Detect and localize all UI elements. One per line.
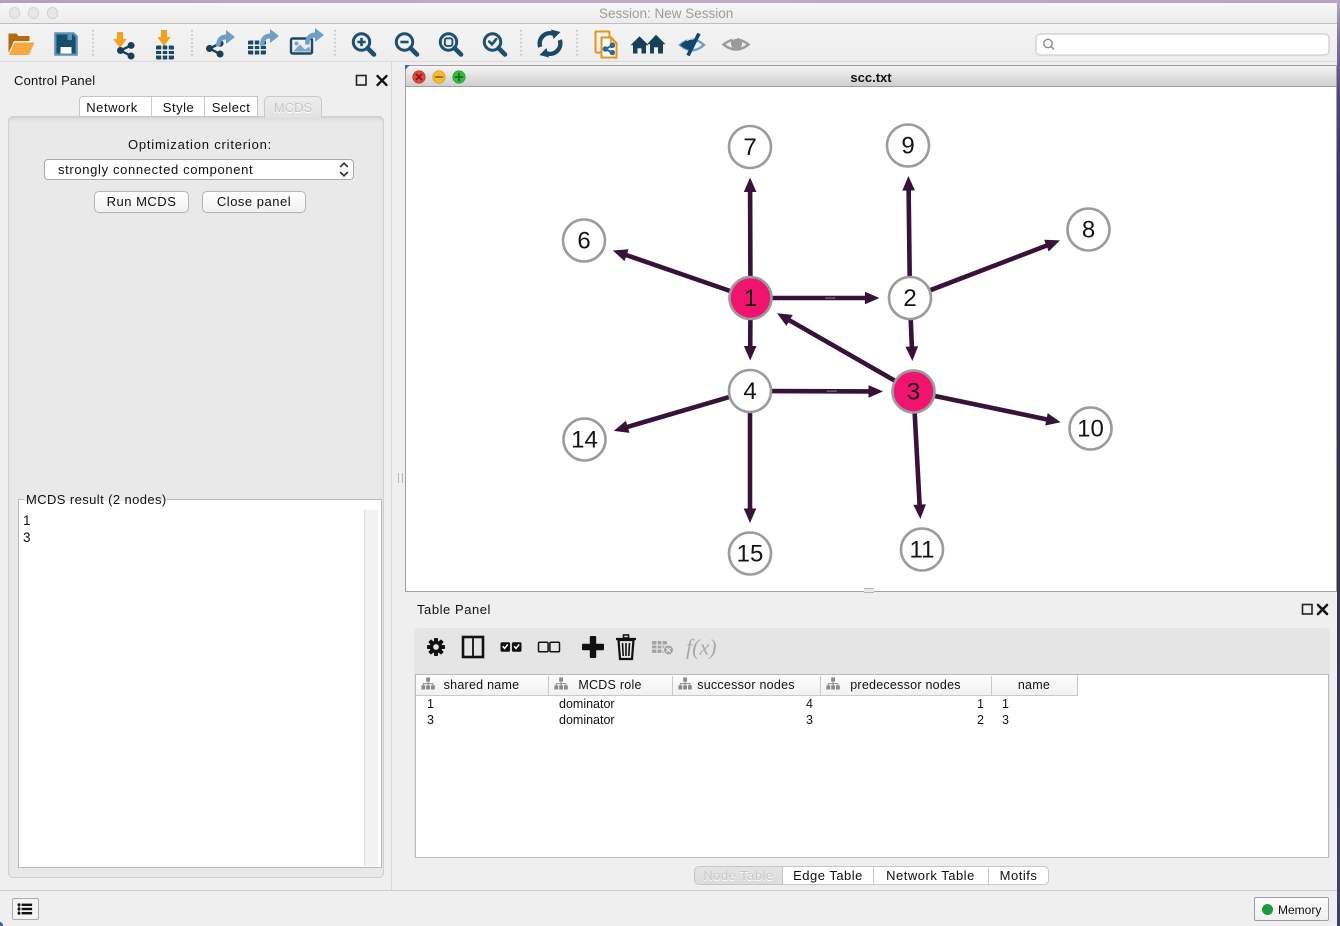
svg-text:7: 7 (743, 134, 756, 161)
svg-text:14: 14 (571, 427, 598, 454)
svg-text:8: 8 (1082, 217, 1095, 244)
svg-text:3: 3 (907, 379, 920, 406)
svg-text:6: 6 (577, 228, 590, 255)
svg-text:15: 15 (737, 541, 764, 568)
svg-text:4: 4 (743, 378, 756, 405)
svg-text:11: 11 (910, 537, 935, 564)
svg-text:2: 2 (903, 285, 916, 312)
svg-text:1: 1 (744, 285, 757, 312)
svg-text:9: 9 (901, 133, 914, 160)
svg-text:10: 10 (1077, 416, 1104, 443)
svg-text:f(x): f(x) (686, 635, 717, 660)
